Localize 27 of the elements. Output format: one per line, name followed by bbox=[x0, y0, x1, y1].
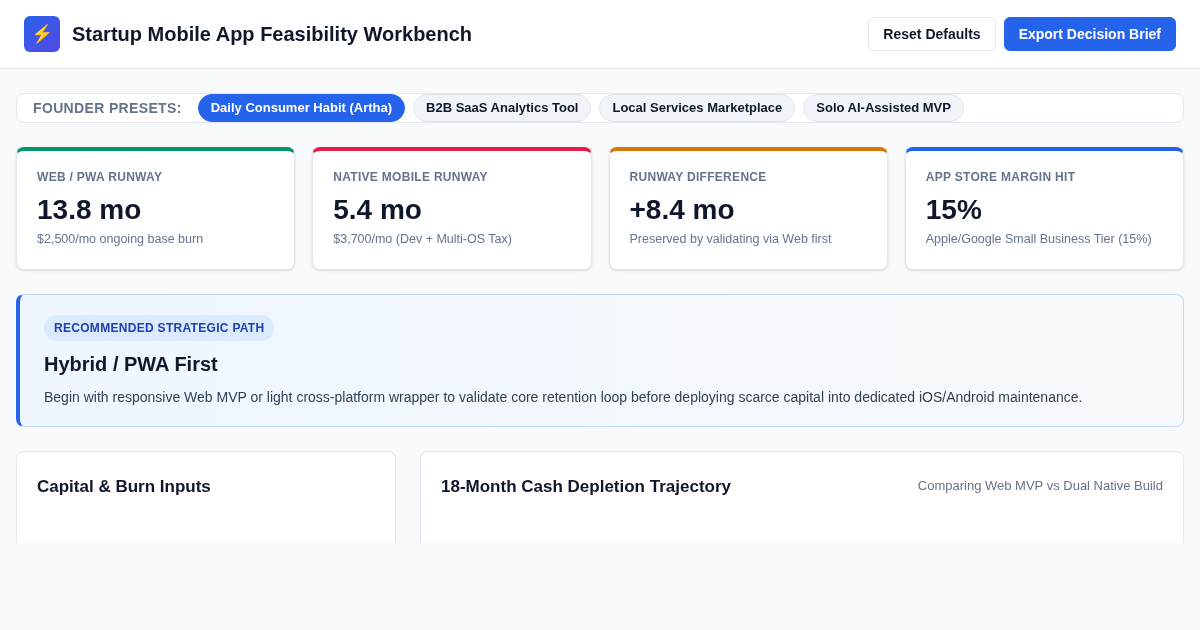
reset-button[interactable]: Reset Defaults bbox=[868, 17, 996, 51]
app-title: Startup Mobile App Feasibility Workbench bbox=[72, 22, 473, 47]
app-logo: ⚡ bbox=[24, 16, 60, 52]
presets-label: FOUNDER PRESETS: bbox=[33, 98, 182, 118]
stat-label: NATIVE MOBILE RUNWAY bbox=[333, 169, 489, 186]
stat-note: Apple/Google Small Business Tier (15%) bbox=[925, 231, 1153, 248]
stat-value: 5.4 mo bbox=[333, 193, 423, 227]
path-title: Hybrid / PWA First bbox=[44, 352, 218, 377]
stat-label: APP STORE MARGIN HIT bbox=[925, 169, 1077, 186]
stat-note: $3,700/mo (Dev + Multi-OS Tax) bbox=[333, 231, 513, 248]
panel-subtitle: Comparing Web MVP vs Dual Native Build bbox=[917, 477, 1163, 495]
export-button[interactable]: Export Decision Brief bbox=[1003, 17, 1176, 51]
preset-chip[interactable]: Solo AI-Assisted MVP bbox=[803, 94, 964, 122]
stat-value: 15% bbox=[925, 193, 983, 227]
stat-label: RUNWAY DIFFERENCE bbox=[629, 169, 768, 186]
path-badge: RECOMMENDED STRATEGIC PATH bbox=[44, 315, 275, 341]
stat-note: Preserved by validating via Web first bbox=[629, 231, 833, 248]
stat-value: +8.4 mo bbox=[629, 193, 736, 227]
preset-chip[interactable]: Local Services Marketplace bbox=[599, 94, 796, 122]
panel-title: Capital & Burn Inputs bbox=[37, 476, 212, 498]
stat-value: 13.8 mo bbox=[37, 193, 143, 227]
panel-title: 18-Month Cash Depletion Trajectory bbox=[441, 476, 731, 498]
stat-label: WEB / PWA RUNWAY bbox=[37, 169, 164, 186]
preset-chip[interactable]: B2B SaaS Analytics Tool bbox=[413, 94, 592, 122]
preset-chip[interactable]: Daily Consumer Habit (Artha) bbox=[197, 94, 406, 122]
stat-note: $2,500/mo ongoing base burn bbox=[37, 231, 205, 248]
path-description: Begin with responsive Web MVP or light cross-platform wrapper to validate core retention loop before deploying scarce capital into dedicated iOS/Android maintenance. bbox=[44, 388, 1083, 407]
